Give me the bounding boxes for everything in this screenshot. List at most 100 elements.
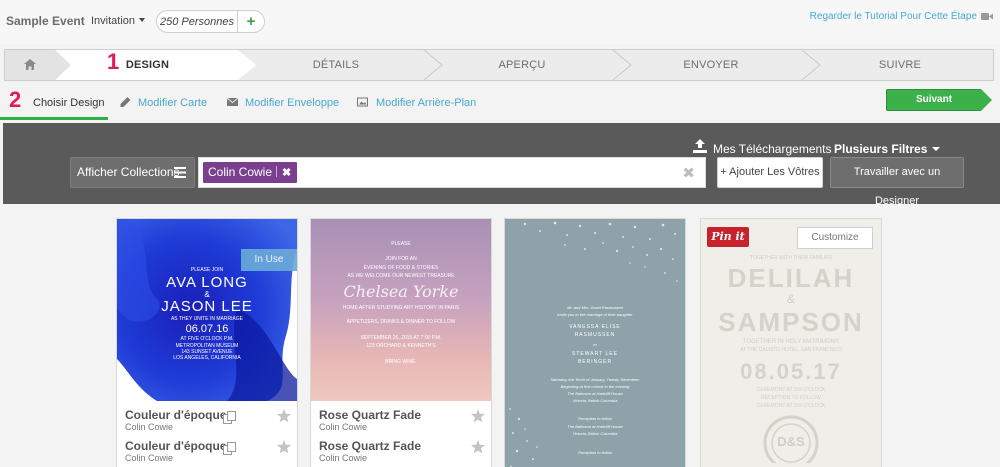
design-card[interactable]: PLEASE JOIN FOR AN EVENING OF FOOD & STO…: [310, 218, 492, 467]
wizard-steps: DESIGN DÉTAILS APERÇU ENVOYER SUIVRE: [4, 49, 994, 81]
card-line: APPETIZERS, DRINKS & DINNER TO FOLLOW: [346, 319, 456, 325]
card-line: invite you to the marriage of their daug…: [557, 312, 633, 317]
tab-choose-design[interactable]: Choisir Design: [33, 97, 105, 109]
card-line: AS WE WELCOME OUR NEWEST TREASURE: [347, 273, 455, 279]
card-designer: Colin Cowie: [319, 422, 368, 432]
filter-tag-label: Colin Cowie: [208, 165, 273, 179]
collections-label: Afficher Collections: [77, 165, 180, 179]
card-line: SAMPSON: [718, 307, 864, 337]
card-line: Reception to follow: [578, 450, 612, 455]
add-your-own-button[interactable]: + Ajouter Les Vôtres: [717, 157, 823, 188]
card-line: AS THEY UNITE IN MARRIAGE: [170, 316, 244, 322]
caret-down-icon: [932, 147, 941, 151]
multiple-filters-dropdown[interactable]: Plusieurs Filtres: [834, 142, 941, 156]
step-preview[interactable]: APERÇU: [442, 50, 602, 80]
card-line: DELILAH: [727, 263, 855, 293]
card-line: RASMUSSEN: [574, 332, 616, 338]
card-line: &: [786, 292, 795, 306]
callout-1: 1: [107, 49, 120, 74]
card-line: Victoria, British Columbia: [572, 398, 618, 403]
show-collections-button[interactable]: Afficher Collections: [70, 157, 195, 188]
guest-count[interactable]: 250 Personnes: [157, 16, 237, 28]
filters-dropdown-label: Plusieurs Filtres: [834, 142, 928, 156]
card-line: EVENING OF FOOD & STORIES: [363, 265, 439, 271]
card-title[interactable]: Couleur d'époque: [125, 439, 227, 453]
step-details[interactable]: DÉTAILS: [256, 50, 416, 80]
favorite-star-icon[interactable]: [277, 409, 291, 423]
pencil-icon: [120, 97, 131, 107]
design-card[interactable]: PLEASE JOIN AVA LONG & JASON LEE AS THEY…: [116, 218, 298, 467]
add-guests-button[interactable]: +: [238, 12, 264, 32]
card-title[interactable]: Rose Quartz Fade: [319, 439, 421, 453]
design-card[interactable]: Mr. and Mrs. David Rasmussen invite you …: [504, 218, 686, 467]
card-line: AT FIVE O'CLOCK P.M.: [180, 336, 234, 342]
card-line: AT THE CALISTO HOTEL, SAN FRANCISCO: [740, 347, 842, 353]
card-line: JOIN FOR AN: [385, 256, 417, 262]
work-with-designer-button[interactable]: Travailler avec un Designer: [830, 157, 964, 207]
favorite-star-icon[interactable]: [471, 440, 485, 454]
top-bar: Sample Event Invitation 250 Personnes + …: [0, 0, 1000, 44]
card-line: JASON LEE: [161, 298, 253, 315]
card-designer: Colin Cowie: [125, 453, 174, 463]
tab-edit-background[interactable]: Modifier Arrière-Plan: [376, 97, 476, 109]
design-card[interactable]: Pin it Customize TOGETHER WITH THEIR FAM…: [700, 218, 882, 467]
duplicate-icon[interactable]: [223, 442, 236, 455]
card-line: BRING WINE.: [385, 359, 417, 365]
card-artwork: Mr. and Mrs. David Rasmussen invite you …: [505, 219, 685, 467]
card-line: to: [593, 342, 597, 347]
my-uploads-link[interactable]: Mes Téléchargements: [713, 142, 832, 156]
customize-button[interactable]: Customize: [797, 227, 873, 249]
card-line: CEREMONY AT SIX O'CLOCK: [756, 387, 826, 393]
tag-separator: [276, 166, 278, 177]
card-artwork: PLEASE JOIN FOR AN EVENING OF FOOD & STO…: [311, 219, 491, 401]
card-line: Reception to follow: [578, 416, 612, 421]
invitation-type-label: Invitation: [91, 15, 136, 27]
clear-search-icon[interactable]: ✖: [682, 164, 695, 182]
card-line: PLEASE: [391, 241, 411, 247]
step-send[interactable]: ENVOYER: [631, 50, 791, 80]
invitation-type-dropdown[interactable]: Invitation: [91, 15, 146, 27]
tutorial-link[interactable]: Regarder le Tutorial Pour Cette Étape: [810, 11, 977, 22]
card-line: Saturday, the Tenth of January, Twenty S…: [550, 377, 640, 382]
card-line: The Ballroom at Hartcliff House: [567, 391, 623, 396]
card-line: TOGETHER WITH THEIR FAMILIES: [749, 255, 833, 261]
card-line: 08.05.17: [740, 359, 842, 384]
duplicate-icon[interactable]: [223, 411, 236, 424]
card-line: TOGETHER IN HOLY MATRIMONY: [742, 339, 840, 345]
tab-edit-card[interactable]: Modifier Carte: [138, 97, 207, 109]
hamburger-menu-icon: [174, 167, 186, 178]
card-title[interactable]: Couleur d'époque: [125, 408, 227, 422]
next-button[interactable]: Suivant: [886, 89, 982, 111]
card-line: CEREMONY AT SIX O'CLOCK: [756, 403, 826, 409]
filter-tag-colin-cowie[interactable]: Colin Cowie ✖: [203, 162, 298, 183]
card-line: 123 ORCHARD & KENNETH'S: [366, 343, 436, 349]
step-track[interactable]: SUIVRE: [820, 50, 980, 80]
monogram-text: D&S: [777, 434, 805, 449]
card-line: BERINGER: [577, 359, 613, 365]
upload-icon: [693, 139, 707, 153]
favorite-star-icon[interactable]: [277, 440, 291, 454]
card-line: Chelsea Yorke: [343, 282, 459, 301]
card-line: HOME AFTER STUDYING ART HISTORY IN PARIS: [342, 305, 460, 311]
card-line: AVA LONG: [166, 274, 248, 291]
step-home[interactable]: [5, 50, 55, 80]
next-arrow-icon: [981, 89, 992, 111]
tab-edit-envelope[interactable]: Modifier Enveloppe: [245, 97, 339, 109]
card-line: RECEPTION TO FOLLOW: [761, 395, 821, 401]
card-designer: Colin Cowie: [125, 422, 174, 432]
video-camera-icon[interactable]: [981, 12, 993, 21]
step-design[interactable]: DESIGN: [71, 50, 224, 80]
card-artwork: PLEASE JOIN AVA LONG & JASON LEE AS THEY…: [117, 219, 297, 401]
image-icon: [357, 97, 368, 107]
card-line: SEPTEMBER 26, 2016 AT 7:00 P.M.: [360, 335, 442, 341]
favorite-star-icon[interactable]: [471, 409, 485, 423]
home-icon: [24, 59, 36, 70]
pinterest-pin-button[interactable]: Pin it: [707, 227, 749, 247]
card-line: Mr. and Mrs. David Rasmussen: [567, 305, 623, 310]
collection-search-input[interactable]: Colin Cowie ✖ ✖: [198, 157, 706, 188]
in-use-badge: In Use: [241, 249, 297, 271]
caret-down-icon: [139, 18, 146, 22]
event-name[interactable]: Sample Event: [6, 14, 85, 28]
remove-tag-icon[interactable]: ✖: [282, 167, 291, 179]
card-title[interactable]: Rose Quartz Fade: [319, 408, 421, 422]
